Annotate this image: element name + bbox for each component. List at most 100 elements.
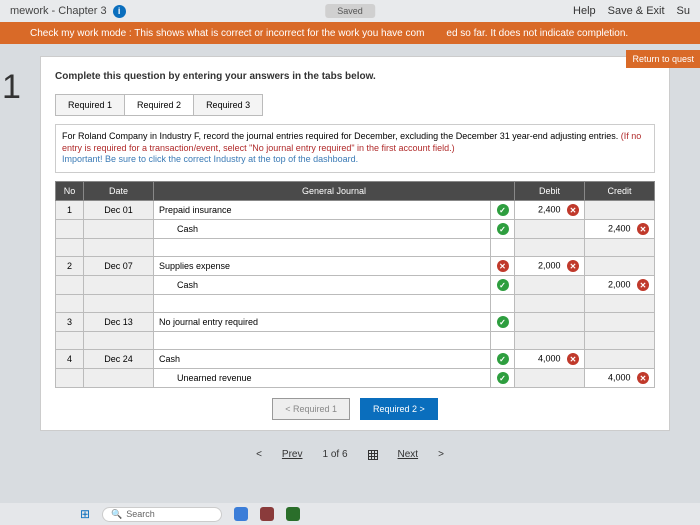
cell-credit[interactable]: [585, 350, 655, 369]
os-search-label: Search: [126, 509, 155, 519]
taskbar-app-3[interactable]: [286, 507, 300, 521]
info-icon[interactable]: i: [113, 5, 126, 18]
return-to-question-button[interactable]: Return to quest: [626, 50, 700, 68]
instruction-heading: Complete this question by entering your …: [55, 71, 655, 82]
check-icon: ✓: [497, 204, 509, 216]
cell-account[interactable]: Cash: [154, 276, 491, 295]
general-journal-table: No Date General Journal Debit Credit 1De…: [55, 181, 655, 388]
cell-date[interactable]: [84, 369, 154, 388]
cell-date[interactable]: [84, 276, 154, 295]
cell-no: [56, 220, 84, 239]
pager-prev-caret[interactable]: <: [256, 449, 262, 460]
table-row: [56, 295, 655, 313]
x-icon: ✕: [567, 204, 579, 216]
cell-no: 4: [56, 350, 84, 369]
cell-account[interactable]: No journal entry required: [154, 313, 491, 332]
saved-badge: Saved: [325, 4, 375, 18]
cell-debit[interactable]: 2,400 ✕: [515, 201, 585, 220]
cell-debit[interactable]: 4,000 ✕: [515, 350, 585, 369]
cell-mark: ✓: [491, 220, 515, 239]
question-pager: < Prev 1 of 6 Next >: [0, 449, 700, 460]
cell-debit[interactable]: 2,000 ✕: [515, 257, 585, 276]
cell-debit[interactable]: [515, 369, 585, 388]
cell-date[interactable]: Dec 13: [84, 313, 154, 332]
question-number: 1: [2, 68, 21, 107]
table-row: Cash ✓ 2,000 ✕: [56, 276, 655, 295]
col-credit: Credit: [585, 182, 655, 201]
col-no: No: [56, 182, 84, 201]
x-icon: ✕: [637, 372, 649, 384]
cell-no: [56, 276, 84, 295]
table-row: 1Dec 01Prepaid insurance ✓ 2,400 ✕: [56, 201, 655, 220]
cell-account[interactable]: Prepaid insurance: [154, 201, 491, 220]
truncated-link[interactable]: Su: [677, 5, 690, 17]
cell-mark: ✓: [491, 276, 515, 295]
cell-credit[interactable]: 2,400 ✕: [585, 220, 655, 239]
banner-text-left: Check my work mode : This shows what is …: [30, 28, 424, 39]
cell-account[interactable]: Supplies expense: [154, 257, 491, 276]
check-icon: ✓: [497, 372, 509, 384]
x-icon: ✕: [497, 260, 509, 272]
check-icon: ✓: [497, 316, 509, 328]
check-work-banner: Check my work mode : This shows what is …: [0, 22, 700, 44]
tab-required-1[interactable]: Required 1: [56, 95, 125, 115]
page-title: mework - Chapter 3: [10, 5, 107, 17]
cell-no: [56, 369, 84, 388]
instruction-box: For Roland Company in Industry F, record…: [55, 124, 655, 173]
pager-next-caret[interactable]: >: [438, 449, 444, 460]
check-icon: ✓: [497, 279, 509, 291]
cell-account[interactable]: Cash: [154, 220, 491, 239]
next-requirement-button[interactable]: Required 2 >: [360, 398, 438, 420]
cell-no: 3: [56, 313, 84, 332]
cell-debit[interactable]: [515, 276, 585, 295]
instruction-hint: Important! Be sure to click the correct …: [62, 154, 358, 164]
cell-no: 2: [56, 257, 84, 276]
table-row: Cash ✓ 2,400 ✕: [56, 220, 655, 239]
col-general-journal: General Journal: [154, 182, 515, 201]
x-icon: ✕: [567, 353, 579, 365]
start-icon[interactable]: ⊞: [80, 507, 90, 521]
cell-date[interactable]: Dec 01: [84, 201, 154, 220]
search-icon: 🔍: [111, 509, 122, 520]
cell-account[interactable]: Unearned revenue: [154, 369, 491, 388]
os-search[interactable]: 🔍 Search: [102, 507, 222, 522]
pager-prev[interactable]: Prev: [282, 449, 303, 460]
check-icon: ✓: [497, 223, 509, 235]
cell-date[interactable]: Dec 07: [84, 257, 154, 276]
taskbar-app-2[interactable]: [260, 507, 274, 521]
prev-requirement-button[interactable]: < Required 1: [272, 398, 350, 420]
x-icon: ✕: [637, 223, 649, 235]
table-row: 3Dec 13No journal entry required ✓: [56, 313, 655, 332]
cell-date[interactable]: Dec 24: [84, 350, 154, 369]
requirement-tabs: Required 1 Required 2 Required 3: [55, 94, 263, 116]
x-icon: ✕: [637, 279, 649, 291]
cell-credit[interactable]: [585, 257, 655, 276]
cell-debit[interactable]: [515, 313, 585, 332]
cell-debit[interactable]: [515, 220, 585, 239]
check-icon: ✓: [497, 353, 509, 365]
help-link[interactable]: Help: [573, 5, 596, 17]
pager-position: 1 of 6: [322, 449, 347, 460]
grid-icon[interactable]: [368, 450, 378, 460]
cell-credit[interactable]: [585, 201, 655, 220]
os-taskbar: ⊞ 🔍 Search: [0, 503, 700, 525]
table-row: [56, 239, 655, 257]
x-icon: ✕: [567, 260, 579, 272]
save-exit-link[interactable]: Save & Exit: [608, 5, 665, 17]
cell-credit[interactable]: 2,000 ✕: [585, 276, 655, 295]
cell-no: 1: [56, 201, 84, 220]
table-row: [56, 332, 655, 350]
pager-next[interactable]: Next: [398, 449, 419, 460]
taskbar-app-1[interactable]: [234, 507, 248, 521]
cell-credit[interactable]: 4,000 ✕: [585, 369, 655, 388]
cell-mark: ✕: [491, 257, 515, 276]
tab-required-3[interactable]: Required 3: [194, 95, 262, 115]
tab-required-2[interactable]: Required 2: [125, 95, 194, 115]
col-debit: Debit: [515, 182, 585, 201]
cell-credit[interactable]: [585, 313, 655, 332]
table-row: 4Dec 24Cash ✓ 4,000 ✕: [56, 350, 655, 369]
cell-mark: ✓: [491, 350, 515, 369]
instruction-main: For Roland Company in Industry F, record…: [62, 131, 621, 141]
cell-account[interactable]: Cash: [154, 350, 491, 369]
cell-date[interactable]: [84, 220, 154, 239]
